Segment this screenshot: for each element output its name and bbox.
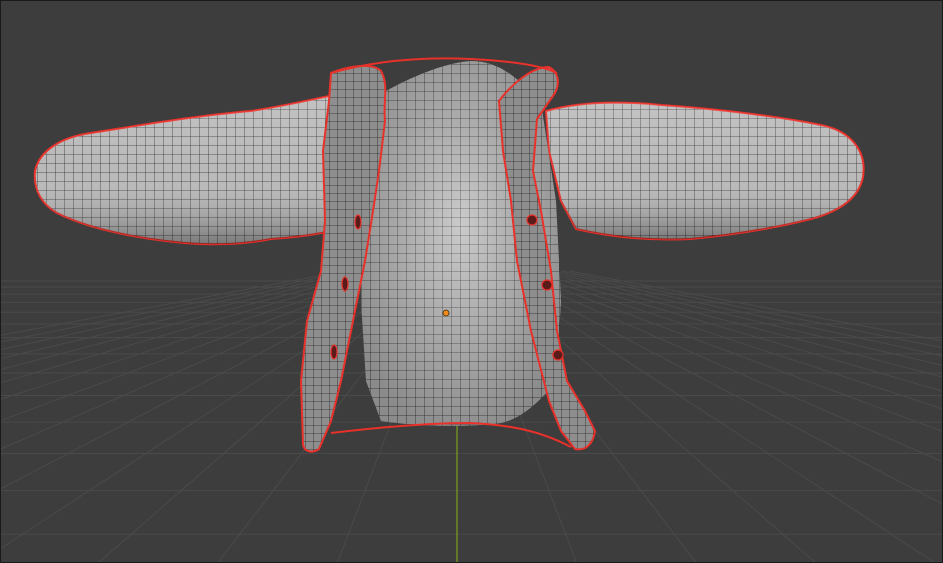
button[interactable] [330, 344, 338, 360]
viewport-scene[interactable] [1, 1, 943, 563]
3d-viewport[interactable] [0, 0, 943, 563]
button[interactable] [541, 279, 553, 291]
grid-line [552, 270, 942, 357]
button[interactable] [526, 214, 538, 226]
jacket-hem [330, 421, 572, 448]
object-origin[interactable] [442, 309, 450, 317]
grid-line [1, 270, 426, 549]
grid-line [1, 270, 354, 343]
button[interactable] [341, 276, 349, 292]
grid-line [528, 270, 942, 392]
button[interactable] [354, 214, 362, 230]
button[interactable] [552, 349, 564, 361]
grid-line [536, 270, 942, 378]
grid-line [1, 270, 346, 336]
jacket-mesh[interactable] [33, 57, 865, 453]
